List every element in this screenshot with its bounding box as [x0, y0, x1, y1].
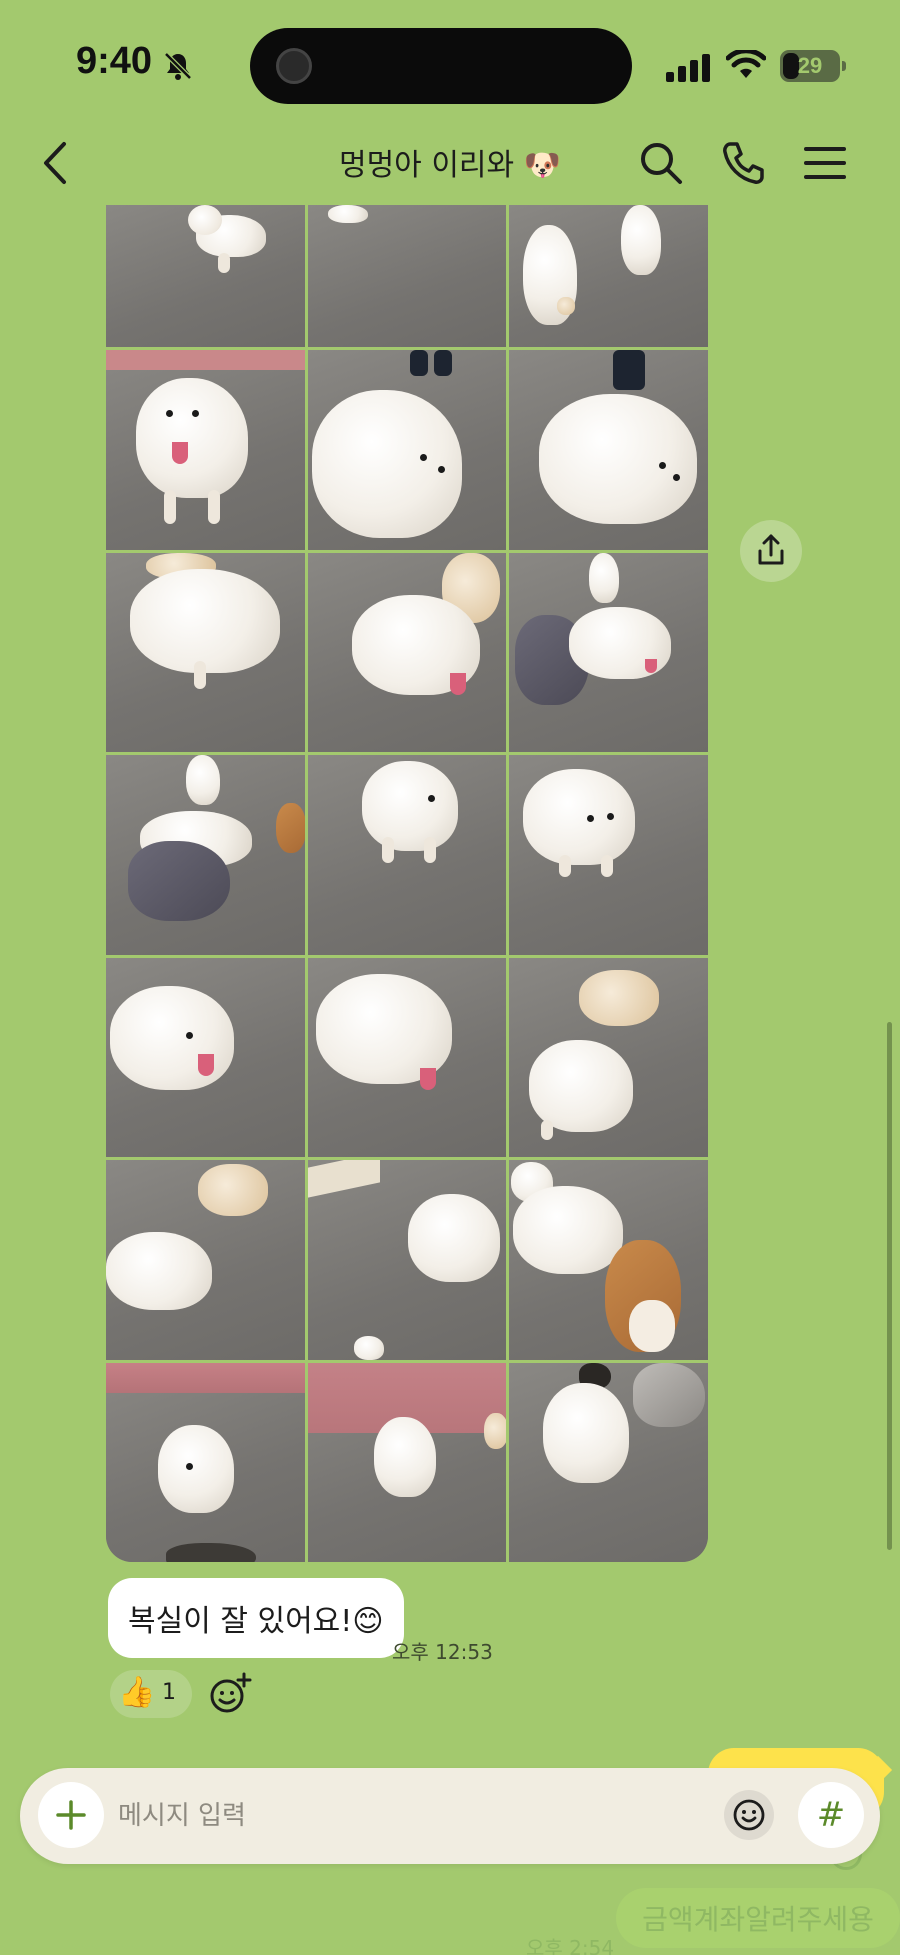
battery-icon: 29	[780, 50, 846, 82]
message-input-bar: #	[20, 1768, 880, 1864]
photo[interactable]	[106, 1160, 305, 1360]
add-reaction-button[interactable]	[206, 1670, 254, 1718]
message-time: 오후 12:53	[392, 1640, 493, 1664]
photo[interactable]	[509, 957, 708, 1157]
message-bubble[interactable]: 복실이 잘 있어요!😊	[108, 1578, 404, 1658]
hashtag-button[interactable]: #	[798, 1782, 864, 1848]
photo[interactable]	[106, 755, 305, 955]
photo[interactable]	[509, 205, 708, 347]
back-button[interactable]	[30, 136, 84, 190]
faded-message-text: 금액계좌알려주세용	[616, 1888, 900, 1948]
share-icon	[758, 534, 784, 565]
emoji-button[interactable]	[724, 1790, 774, 1840]
message-input[interactable]	[118, 1788, 598, 1844]
reaction-badge[interactable]: 👍 1	[110, 1670, 192, 1718]
search-button[interactable]	[636, 138, 686, 188]
photo[interactable]	[106, 350, 305, 550]
dynamic-island	[250, 28, 632, 104]
wifi-icon	[726, 50, 766, 78]
photo[interactable]	[106, 552, 305, 752]
battery-level: 29	[797, 53, 823, 78]
photo[interactable]	[106, 1362, 305, 1562]
chat-header: 멍멍아 이리와 🐶	[0, 130, 900, 210]
emoji-icon	[733, 1799, 765, 1831]
photo[interactable]	[509, 1160, 708, 1360]
status-bar: 9:40 29	[0, 0, 900, 130]
plus-icon	[56, 1800, 86, 1830]
photo[interactable]	[509, 552, 708, 752]
camera-icon	[276, 48, 312, 84]
photo-album[interactable]	[106, 205, 708, 1562]
thumbs-up-icon: 👍	[118, 1675, 156, 1710]
photo[interactable]	[509, 350, 708, 550]
message-text: 복실이 잘 있어요!😊	[128, 1604, 384, 1639]
photo[interactable]	[509, 755, 708, 955]
call-button[interactable]	[718, 138, 768, 188]
share-button[interactable]	[740, 520, 802, 582]
photo[interactable]	[307, 755, 507, 955]
photo[interactable]	[307, 1160, 507, 1360]
cellular-signal-icon	[666, 54, 710, 82]
chat-title: 멍멍아 이리와 🐶	[338, 148, 562, 183]
photo[interactable]	[106, 957, 305, 1157]
photo[interactable]	[307, 552, 507, 752]
scrollbar[interactable]	[887, 1022, 892, 1550]
photo[interactable]	[307, 205, 507, 347]
status-time: 9:40	[76, 40, 153, 82]
bell-muted-icon	[164, 52, 192, 80]
reaction-count: 1	[162, 1680, 176, 1705]
photo[interactable]	[307, 350, 507, 550]
photo[interactable]	[307, 1362, 507, 1562]
photo[interactable]	[307, 957, 507, 1157]
faded-message-time: 오후 2:54	[526, 1936, 615, 1955]
photo[interactable]	[509, 1362, 708, 1562]
photo[interactable]	[106, 205, 305, 347]
menu-button[interactable]	[800, 138, 850, 188]
attach-button[interactable]	[38, 1782, 104, 1848]
